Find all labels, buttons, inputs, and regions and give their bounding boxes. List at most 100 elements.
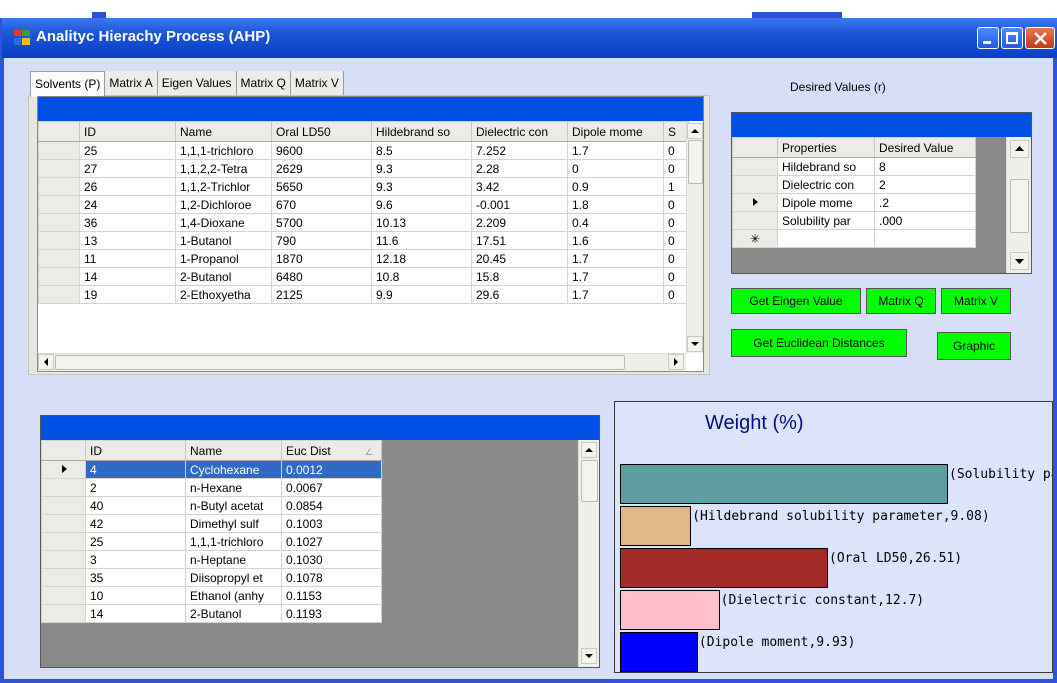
column-header[interactable]: ID [85, 440, 186, 461]
table-cell[interactable]: 0 [663, 267, 689, 286]
table-cell[interactable]: 0.1030 [281, 550, 382, 569]
table-row[interactable]: 19 2-Ethoxyetha 2125 9.9 29.6 1.7 0 [38, 285, 689, 304]
table-cell[interactable]: 1,2-Dichloroe [175, 195, 272, 214]
scroll-thumb[interactable] [1010, 179, 1029, 233]
close-button[interactable] [1025, 27, 1055, 49]
table-cell[interactable]: 5700 [271, 213, 372, 232]
table-cell[interactable]: Dimethyl sulf [185, 514, 282, 533]
table-cell[interactable]: -0.001 [471, 195, 568, 214]
table-cell[interactable]: 14 [79, 267, 176, 286]
table-row[interactable]: Dipole mome .2 [732, 193, 976, 212]
table-cell[interactable]: 1,4-Dioxane [175, 213, 272, 232]
table-cell[interactable]: Cyclohexane [185, 460, 282, 479]
row-header[interactable] [41, 478, 86, 497]
table-row[interactable]: 10 Ethanol (anhy 0.1153 [41, 586, 382, 605]
table-cell[interactable]: 1870 [271, 249, 372, 268]
column-header[interactable]: Dipole mome [567, 121, 664, 142]
table-row[interactable]: 4 Cyclohexane 0.0012 [41, 460, 382, 479]
get-eigen-value-button[interactable]: Get Eingen Value [731, 288, 861, 314]
table-cell[interactable]: .000 [874, 211, 976, 230]
scroll-right-button[interactable] [668, 354, 684, 370]
scroll-down-button[interactable] [687, 336, 703, 352]
table-cell[interactable]: 40 [85, 496, 186, 515]
table-cell[interactable]: 27 [79, 159, 176, 178]
table-cell[interactable]: 2629 [271, 159, 372, 178]
vertical-scrollbar[interactable] [686, 123, 703, 353]
table-cell[interactable]: Hildebrand so [777, 157, 875, 176]
scroll-up-button[interactable] [581, 442, 597, 458]
table-cell[interactable]: 24 [79, 195, 176, 214]
table-cell[interactable]: n-Heptane [185, 550, 282, 569]
table-cell[interactable]: 0.0067 [281, 478, 382, 497]
table-cell[interactable]: Dielectric con [777, 175, 875, 194]
row-header[interactable] [38, 195, 80, 214]
table-cell[interactable]: 0.0012 [281, 460, 382, 479]
tab-matrix-a[interactable]: Matrix A [105, 71, 158, 95]
scroll-thumb[interactable] [688, 140, 703, 184]
table-cell[interactable]: Solubility par [777, 211, 875, 230]
scroll-thumb[interactable] [55, 355, 625, 370]
row-header[interactable] [41, 586, 86, 605]
table-cell[interactable]: 1.7 [567, 267, 664, 286]
table-cell[interactable]: 1,1,1-trichloro [185, 532, 282, 551]
table-cell[interactable]: 2.209 [471, 213, 568, 232]
table-cell[interactable]: 2 [874, 175, 976, 194]
table-cell[interactable]: 10.13 [371, 213, 472, 232]
horizontal-scrollbar[interactable] [38, 353, 686, 371]
column-header[interactable]: Name [175, 121, 272, 142]
table-cell[interactable]: 9.3 [371, 177, 472, 196]
table-cell[interactable]: 1.8 [567, 195, 664, 214]
table-cell[interactable]: 5650 [271, 177, 372, 196]
row-header[interactable] [732, 211, 778, 230]
column-header[interactable]: ID [79, 121, 176, 142]
table-cell[interactable]: 670 [271, 195, 372, 214]
table-cell[interactable]: 1-Butanol [175, 231, 272, 250]
table-cell[interactable]: 2125 [271, 285, 372, 304]
row-header[interactable] [732, 175, 778, 194]
table-cell[interactable]: 9.3 [371, 159, 472, 178]
new-row[interactable]: ✳ [732, 229, 976, 248]
matrix-q-button[interactable]: Matrix Q [866, 288, 936, 314]
table-cell[interactable]: 14 [85, 604, 186, 623]
table-cell[interactable]: 6480 [271, 267, 372, 286]
table-row[interactable]: 2 n-Hexane 0.0067 [41, 478, 382, 497]
table-cell[interactable]: .2 [874, 193, 976, 212]
current-row-arrow-icon[interactable] [732, 193, 778, 212]
table-row[interactable]: 3 n-Heptane 0.1030 [41, 550, 382, 569]
table-cell[interactable]: 1 [663, 177, 689, 196]
column-header[interactable]: Oral LD50 [271, 121, 372, 142]
table-cell[interactable]: 1.7 [567, 285, 664, 304]
table-cell[interactable]: 2.28 [471, 159, 568, 178]
current-row-arrow-icon[interactable] [41, 460, 86, 479]
row-header[interactable] [41, 550, 86, 569]
table-cell[interactable]: 0.1153 [281, 586, 382, 605]
results-grid[interactable]: ID Name Euc Dist ∠ 4 Cyclohexane 0.0012 2 n-H… [40, 415, 600, 668]
row-header[interactable] [38, 177, 80, 196]
table-cell[interactable]: 4 [85, 460, 186, 479]
table-row[interactable]: 25 1,1,1-trichloro 0.1027 [41, 532, 382, 551]
table-cell[interactable]: 0 [663, 195, 689, 214]
table-cell[interactable]: 0 [663, 231, 689, 250]
table-cell[interactable]: 9.9 [371, 285, 472, 304]
table-cell[interactable]: 1.7 [567, 141, 664, 160]
table-cell[interactable]: 1,1,2-Trichlor [175, 177, 272, 196]
table-row[interactable]: 36 1,4-Dioxane 5700 10.13 2.209 0.4 0 [38, 213, 689, 232]
row-header[interactable] [38, 159, 80, 178]
table-cell[interactable]: 10 [85, 586, 186, 605]
table-cell[interactable]: 0 [567, 159, 664, 178]
row-header[interactable] [38, 141, 80, 160]
row-header[interactable] [41, 604, 86, 623]
table-cell[interactable]: 790 [271, 231, 372, 250]
row-header[interactable] [38, 249, 80, 268]
table-cell[interactable]: 35 [85, 568, 186, 587]
row-header[interactable] [38, 231, 80, 250]
vertical-scrollbar[interactable] [578, 440, 599, 667]
matrix-v-button[interactable]: Matrix V [941, 288, 1011, 314]
table-row[interactable]: 11 1-Propanol 1870 12.18 20.45 1.7 0 [38, 249, 689, 268]
table-cell[interactable]: 29.6 [471, 285, 568, 304]
row-header[interactable] [732, 157, 778, 176]
table-cell[interactable]: 0.1078 [281, 568, 382, 587]
column-header[interactable]: Dielectric con [471, 121, 568, 142]
table-row[interactable]: Solubility par .000 [732, 211, 976, 230]
table-cell[interactable]: 1.7 [567, 249, 664, 268]
